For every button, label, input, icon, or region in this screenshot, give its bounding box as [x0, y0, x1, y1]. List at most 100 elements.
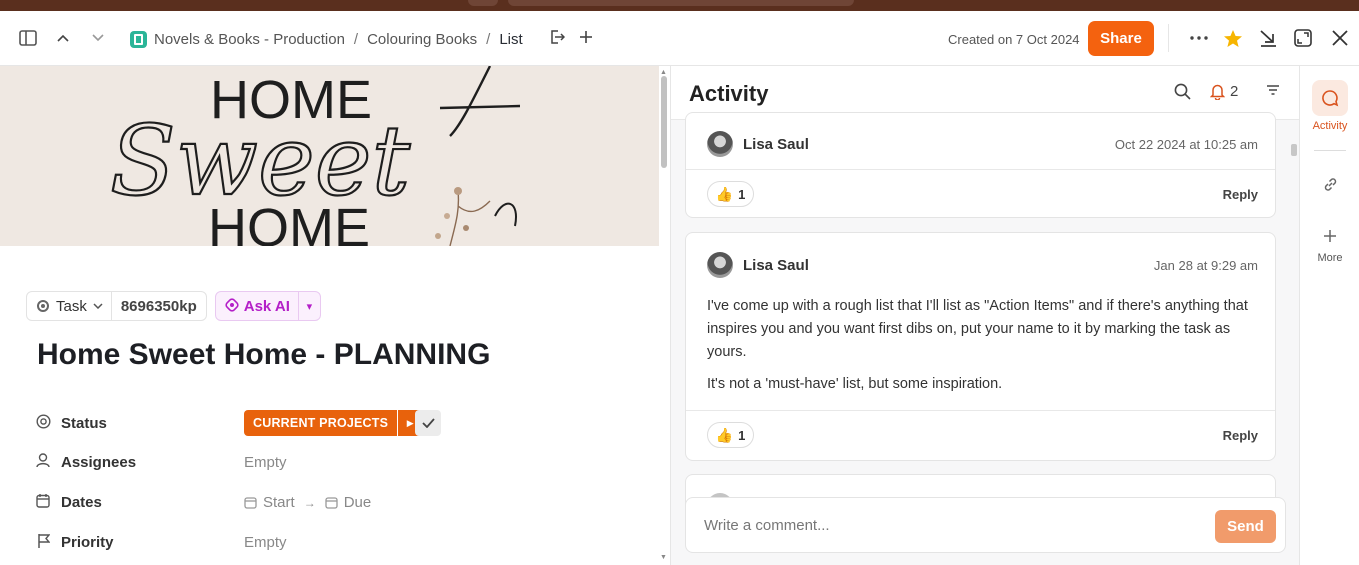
reaction-count: 1	[738, 427, 746, 443]
ask-ai-label: Ask AI	[243, 297, 290, 315]
comment-author[interactable]: Lisa Saul	[743, 136, 809, 153]
cover-text-line3: HOME	[208, 198, 370, 246]
rail-more-button[interactable]: More	[1300, 229, 1359, 264]
notifications-button[interactable]: 2	[1210, 83, 1238, 100]
chevron-down-icon	[93, 303, 103, 309]
close-icon[interactable]	[1327, 25, 1353, 51]
field-priority: Priority	[35, 533, 114, 552]
chevron-down-icon[interactable]	[85, 25, 111, 51]
cover-image: HOME Sweet HOME	[0, 66, 659, 246]
reply-button[interactable]: Reply	[1223, 428, 1258, 443]
breadcrumb-separator: /	[353, 30, 359, 48]
calendar-icon	[244, 497, 257, 509]
star-icon[interactable]	[1220, 25, 1246, 51]
task-header: Novels & Books - Production / Colouring …	[0, 11, 1359, 66]
task-type-selector[interactable]: Task	[26, 291, 112, 321]
task-type-label: Task	[56, 297, 87, 315]
ask-ai-button[interactable]: Ask AI ▾	[214, 291, 321, 321]
avatar[interactable]	[707, 252, 733, 278]
field-label: Assignees	[61, 454, 137, 471]
arrow-right-icon: →	[303, 495, 316, 510]
right-rail: Activity More	[1299, 66, 1359, 565]
breadcrumb-folder[interactable]: Colouring Books	[367, 31, 477, 48]
chevron-up-icon[interactable]	[50, 25, 76, 51]
status-dropdown[interactable]: CURRENT PROJECTS ▶	[244, 410, 423, 436]
calendar-icon	[325, 497, 338, 509]
more-icon[interactable]	[1186, 25, 1212, 51]
avatar[interactable]	[707, 131, 733, 157]
task-detail-panel: HOME Sweet HOME ▲ ▼ Task 8696350kp Ask A…	[0, 66, 670, 565]
calendar-icon	[35, 493, 51, 512]
browser-top-strip	[0, 0, 1359, 11]
date-start[interactable]: Start	[263, 494, 295, 511]
comment-time[interactable]: Jan 28 at 9:29 am	[1154, 258, 1258, 273]
reaction-count: 1	[738, 186, 746, 202]
sidebar-toggle-icon[interactable]	[15, 25, 41, 51]
complete-check-button[interactable]	[415, 410, 441, 436]
plus-icon[interactable]	[579, 30, 593, 48]
comment-body-paragraph: I've come up with a rough list that I'll…	[707, 298, 1248, 360]
chevron-down-icon[interactable]: ▾	[297, 292, 320, 320]
header-divider	[1168, 24, 1169, 52]
breadcrumb-space[interactable]: Novels & Books - Production	[154, 31, 345, 48]
dates-value[interactable]: Start → Due	[244, 494, 371, 511]
send-button[interactable]: Send	[1215, 510, 1276, 543]
created-date: Created on 7 Oct 2024	[948, 32, 1080, 47]
left-scrollbar[interactable]	[661, 76, 667, 168]
space-icon	[130, 30, 147, 48]
notification-count: 2	[1230, 83, 1239, 100]
ai-brain-icon	[225, 297, 239, 315]
priority-value[interactable]: Empty	[244, 534, 287, 551]
rail-activity-tab[interactable]: Activity	[1300, 80, 1359, 132]
comment-input[interactable]: Write a comment... Send	[685, 497, 1286, 553]
comment-bubble-icon	[1312, 80, 1348, 116]
scroll-down-arrow[interactable]: ▼	[660, 554, 667, 561]
field-label: Status	[61, 415, 107, 432]
divider	[686, 169, 1275, 170]
comment-header: Lisa Saul Oct 22 2024 at 10:25 am	[686, 129, 1275, 159]
reaction-chip[interactable]: 👍 1	[707, 181, 754, 207]
rail-activity-label: Activity	[1312, 120, 1348, 132]
assignees-value[interactable]: Empty	[244, 454, 287, 471]
date-due[interactable]: Due	[344, 494, 372, 511]
comment-author[interactable]: Lisa Saul	[743, 257, 809, 274]
divider	[1314, 150, 1346, 151]
field-status: Status	[35, 414, 107, 433]
field-dates: Dates	[35, 493, 102, 512]
task-id[interactable]: 8696350kp	[111, 291, 207, 321]
rail-more-label: More	[1317, 252, 1343, 264]
reaction-chip[interactable]: 👍 1	[707, 422, 754, 448]
comment-card: Lisa Saul Oct 22 2024 at 10:25 am 👍 1 Re…	[685, 112, 1276, 218]
task-title[interactable]: Home Sweet Home - PLANNING	[37, 338, 490, 372]
divider	[686, 410, 1275, 411]
task-type-icon	[37, 300, 49, 312]
activity-scrollbar[interactable]	[1291, 144, 1297, 156]
comment-header: Lisa Saul Jan 28 at 9:29 am	[686, 250, 1275, 280]
share-button[interactable]: Share	[1088, 21, 1154, 56]
activity-panel: Activity 2 Lisa Saul Oct 22 2024 at 10:2…	[670, 66, 1300, 565]
field-label: Priority	[61, 534, 114, 551]
activity-title: Activity	[689, 81, 769, 106]
minimize-icon[interactable]	[1255, 25, 1281, 51]
field-label: Dates	[61, 494, 102, 511]
comment-body-paragraph: It's not a 'must-have' list, but some in…	[707, 376, 1003, 392]
breadcrumb-list[interactable]: List	[499, 31, 522, 48]
breadcrumb: Novels & Books - Production / Colouring …	[130, 29, 593, 49]
link-icon[interactable]	[1300, 176, 1359, 196]
task-meta-row: Task 8696350kp Ask AI ▾	[26, 291, 321, 321]
filter-icon[interactable]	[1266, 83, 1280, 101]
comment-time[interactable]: Oct 22 2024 at 10:25 am	[1115, 137, 1258, 152]
reply-button[interactable]: Reply	[1223, 187, 1258, 202]
thumbs-up-icon: 👍	[715, 426, 734, 443]
move-icon[interactable]	[549, 29, 565, 49]
scroll-up-arrow[interactable]: ▲	[660, 69, 667, 76]
status-value[interactable]: CURRENT PROJECTS	[244, 410, 398, 436]
expand-icon[interactable]	[1290, 25, 1316, 51]
field-assignees: Assignees	[35, 453, 136, 472]
comment-card: Lisa Saul Jan 28 at 9:29 am I've come up…	[685, 232, 1276, 461]
browser-tab-pill	[468, 0, 498, 6]
breadcrumb-separator: /	[486, 30, 491, 48]
search-icon[interactable]	[1174, 83, 1191, 105]
browser-tab-pill	[508, 0, 854, 6]
person-icon	[35, 453, 51, 472]
